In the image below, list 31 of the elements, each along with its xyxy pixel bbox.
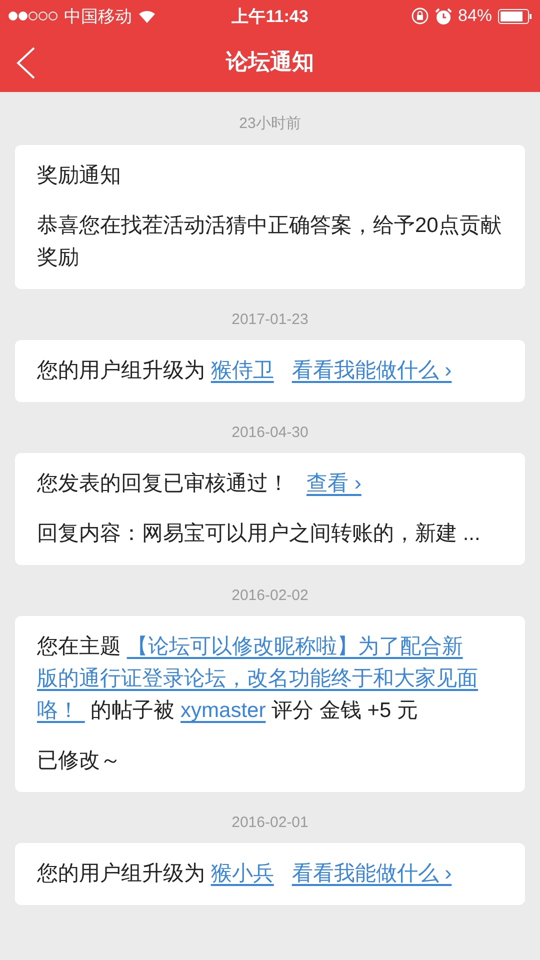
link[interactable]: 【论坛可以修改昵称啦】为了配合新: [126, 635, 463, 658]
notice-text: 恭喜您在找茬活动活猜中正确答案，给予20点贡献奖励: [37, 213, 502, 271]
alarm-icon: [434, 8, 452, 24]
page-title: 论坛通知: [226, 48, 314, 76]
timestamp: 23小时前: [239, 114, 301, 133]
link[interactable]: 查看 ›: [306, 472, 362, 495]
notice-text: 回复内容：网易宝可以用户之间转账的，新建 ...: [37, 521, 482, 547]
link[interactable]: 看看我能做什么 ›: [292, 359, 452, 382]
link[interactable]: 看看我能做什么 ›: [292, 862, 452, 885]
notice-text: 您发表的回复已审核通过！ 查看 ›: [37, 471, 362, 497]
notice-text: 您在主题 【论坛可以修改昵称啦】为了配合新 版的通行证登录论坛，改名功能终于和大家见面 咯！ 的帖子被 xymaster 评分 金钱 +5 元: [37, 634, 479, 724]
notice-text: 您的用户组升级为 猴小兵 看看我能做什么 ›: [37, 861, 453, 887]
link[interactable]: 猴侍卫: [210, 359, 274, 382]
link[interactable]: 猴小兵: [210, 862, 274, 885]
notice-text: 已修改～: [37, 748, 122, 774]
link[interactable]: 咯！: [37, 699, 85, 722]
carrier-name: 中国移动: [64, 6, 132, 28]
signal-icon: [8, 11, 58, 21]
battery-percent: 84%: [458, 6, 492, 26]
clock-time: 上午11:43: [232, 6, 308, 28]
link[interactable]: 版的通行证登录论坛，改名功能终于和大家见面: [37, 667, 478, 690]
timestamp: 2016-02-02: [232, 587, 308, 604]
timestamp: 2016-02-01: [232, 814, 308, 831]
timestamp: 2017-01-23: [232, 311, 308, 328]
wifi-icon: [138, 10, 156, 22]
link[interactable]: xymaster: [180, 699, 266, 722]
rotation-lock-icon: [410, 7, 429, 25]
notice-text: 您的用户组升级为 猴侍卫 看看我能做什么 ›: [37, 358, 453, 384]
battery-icon: [498, 8, 532, 24]
timestamp: 2016-04-30: [232, 424, 308, 441]
notice-text: 奖励通知: [37, 163, 122, 189]
